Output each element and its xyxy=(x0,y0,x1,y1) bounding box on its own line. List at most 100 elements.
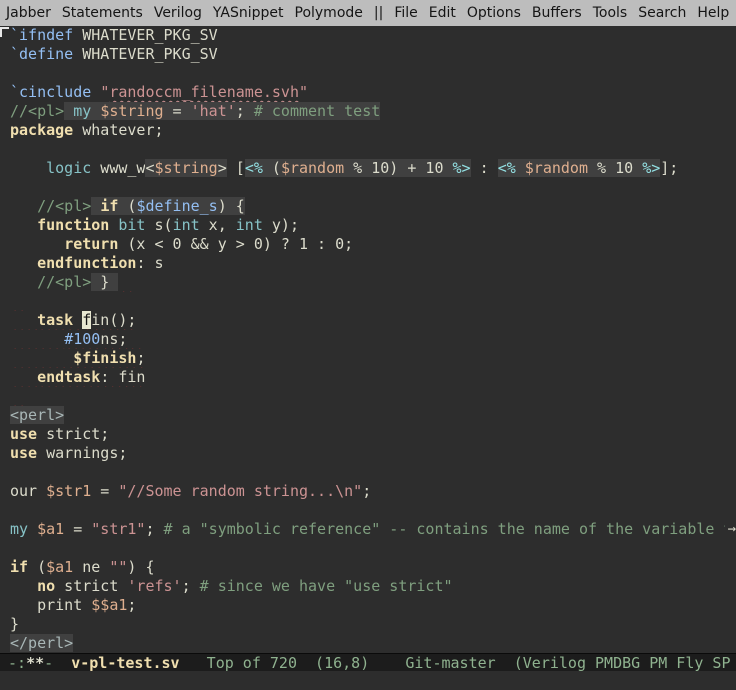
code-token: = xyxy=(64,520,91,538)
code-line[interactable]: $finish; xyxy=(10,349,736,368)
modeline-text: ** xyxy=(26,654,44,671)
code-line[interactable]: print $$a1; xyxy=(10,596,736,615)
code-token: //<pl> xyxy=(37,197,91,215)
truncation-right-icon: → xyxy=(725,520,736,539)
code-line[interactable]: } xyxy=(10,615,736,634)
code-token: ; xyxy=(136,349,145,367)
code-token: # a "symbolic reference" -- contains the… xyxy=(164,520,736,538)
menu-item-yasnippet[interactable]: YASnippet xyxy=(213,5,284,21)
code-token: 'refs' xyxy=(127,577,181,595)
code-line[interactable]: `ifndef WHATEVER_PKG_SV xyxy=(10,26,736,45)
menu-item-jabber[interactable]: Jabber xyxy=(6,5,51,21)
code-line[interactable] xyxy=(10,64,736,83)
code-line[interactable]: no strict 'refs'; # since we have "use s… xyxy=(10,577,736,596)
code-line[interactable]: endtask: fin xyxy=(10,368,736,387)
minibuffer-echo-area[interactable]: (verilog-mode) type:host span:348-411 cl… xyxy=(0,671,736,690)
code-line[interactable] xyxy=(10,387,736,406)
code-line[interactable]: </perl>↓ xyxy=(10,634,736,653)
code-token: use xyxy=(10,425,37,443)
code-token: warnings; xyxy=(37,444,127,462)
code-token: "" xyxy=(109,558,127,576)
code-token: $a1 xyxy=(37,520,64,538)
code-token xyxy=(118,273,136,291)
menu-item-statements[interactable]: Statements xyxy=(62,5,143,21)
code-token: ; xyxy=(182,577,200,595)
menu-item-buffers[interactable]: Buffers xyxy=(532,5,582,21)
code-token: $string xyxy=(100,102,163,120)
code-token: = xyxy=(91,482,118,500)
code-token: # since we have "use strict" xyxy=(200,577,453,595)
code-token: # comment test xyxy=(254,102,380,120)
code-token: my xyxy=(73,102,91,120)
code-token xyxy=(91,197,100,215)
code-token xyxy=(10,577,37,595)
mode-line[interactable]: -:**- v-pl-test.sv Top of 720 (16,8) Git… xyxy=(0,653,736,671)
code-token: logic xyxy=(46,159,91,177)
code-token xyxy=(91,83,100,101)
code-line[interactable]: `define WHATEVER_PKG_SV xyxy=(10,45,736,64)
menu-item-search[interactable]: Search xyxy=(638,5,686,21)
code-token: = xyxy=(164,102,191,120)
code-line[interactable]: //<pl> if ($define_s) { xyxy=(10,197,736,216)
modeline-text: Top of 720 (16,8) Git-master (Verilog PM… xyxy=(180,654,731,671)
code-line[interactable] xyxy=(10,140,736,159)
code-token xyxy=(10,349,73,367)
code-token: www_w xyxy=(91,159,145,177)
code-line[interactable]: logic www_w<$string> [<% ($random % 10) … xyxy=(10,159,736,178)
menu-separator: || xyxy=(374,5,383,21)
menu-item-options[interactable]: Options xyxy=(467,5,521,21)
code-line[interactable]: function bit s(int x, int y); xyxy=(10,216,736,235)
code-token: int xyxy=(173,216,200,234)
code-line[interactable]: package whatever; xyxy=(10,121,736,140)
code-line[interactable]: <perl> xyxy=(10,406,736,425)
code-token: : fin xyxy=(100,368,145,386)
editor-buffer[interactable]: `ifndef WHATEVER_PKG_SV`define WHATEVER_… xyxy=(0,26,736,653)
code-token: %> xyxy=(642,159,660,177)
menu-item-tools[interactable]: Tools xyxy=(593,5,628,21)
code-token: $string xyxy=(155,159,218,177)
code-line[interactable]: our $str1 = "//Some random string...\n"; xyxy=(10,482,736,501)
code-token: #100 xyxy=(64,330,100,348)
code-token: endtask xyxy=(37,368,100,386)
code-token: $define_s xyxy=(136,197,217,215)
code-line[interactable]: my $a1 = "str1"; # a "symbolic reference… xyxy=(10,520,736,539)
menu-item-help[interactable]: Help xyxy=(697,5,729,21)
code-line[interactable]: task fin(); xyxy=(10,311,736,330)
code-line[interactable]: use warnings; xyxy=(10,444,736,463)
code-token: ns; xyxy=(100,330,127,348)
code-line[interactable] xyxy=(10,463,736,482)
code-line[interactable] xyxy=(10,539,736,558)
menu-item-edit[interactable]: Edit xyxy=(429,5,456,21)
code-token: <% xyxy=(498,159,516,177)
code-line[interactable]: `cinclude "randoccm_filename.svh" xyxy=(10,83,736,102)
code-line[interactable]: use strict; xyxy=(10,425,736,444)
code-line[interactable]: if ($a1 ne "") { xyxy=(10,558,736,577)
code-token: % 10) + 10 xyxy=(344,159,452,177)
buffer-top-boundary-icon xyxy=(0,27,9,37)
code-token: ) { xyxy=(127,558,154,576)
code-line[interactable] xyxy=(10,501,736,520)
code-token: $a1 xyxy=(46,558,73,576)
code-token: ) { xyxy=(218,197,245,215)
code-line[interactable]: //<pl> my $string = 'hat'; # comment tes… xyxy=(10,102,736,121)
code-token xyxy=(10,254,37,272)
code-token: ; xyxy=(236,102,254,120)
code-token: strict; xyxy=(37,425,109,443)
code-line[interactable] xyxy=(10,292,736,311)
code-token: WHATEVER_PKG_SV xyxy=(73,45,218,63)
code-line[interactable]: #100ns; xyxy=(10,330,736,349)
menu-item-file[interactable]: File xyxy=(394,5,417,21)
code-line[interactable]: endfunction: s xyxy=(10,254,736,273)
code-token xyxy=(516,159,525,177)
code-line[interactable] xyxy=(10,178,736,197)
code-token: $random xyxy=(281,159,344,177)
code-line[interactable]: //<pl> } xyxy=(10,273,736,292)
code-token xyxy=(10,159,46,177)
code-line[interactable]: return (x < 0 && y > 0) ? 1 : 0; xyxy=(10,235,736,254)
code-token: ne xyxy=(73,558,109,576)
code-token: randoccm_filename.svh xyxy=(109,83,299,101)
menu-item-verilog[interactable]: Verilog xyxy=(154,5,202,21)
code-token: //<pl> xyxy=(37,273,91,291)
menu-item-polymode[interactable]: Polymode xyxy=(295,5,363,21)
code-token: 'hat' xyxy=(191,102,236,120)
